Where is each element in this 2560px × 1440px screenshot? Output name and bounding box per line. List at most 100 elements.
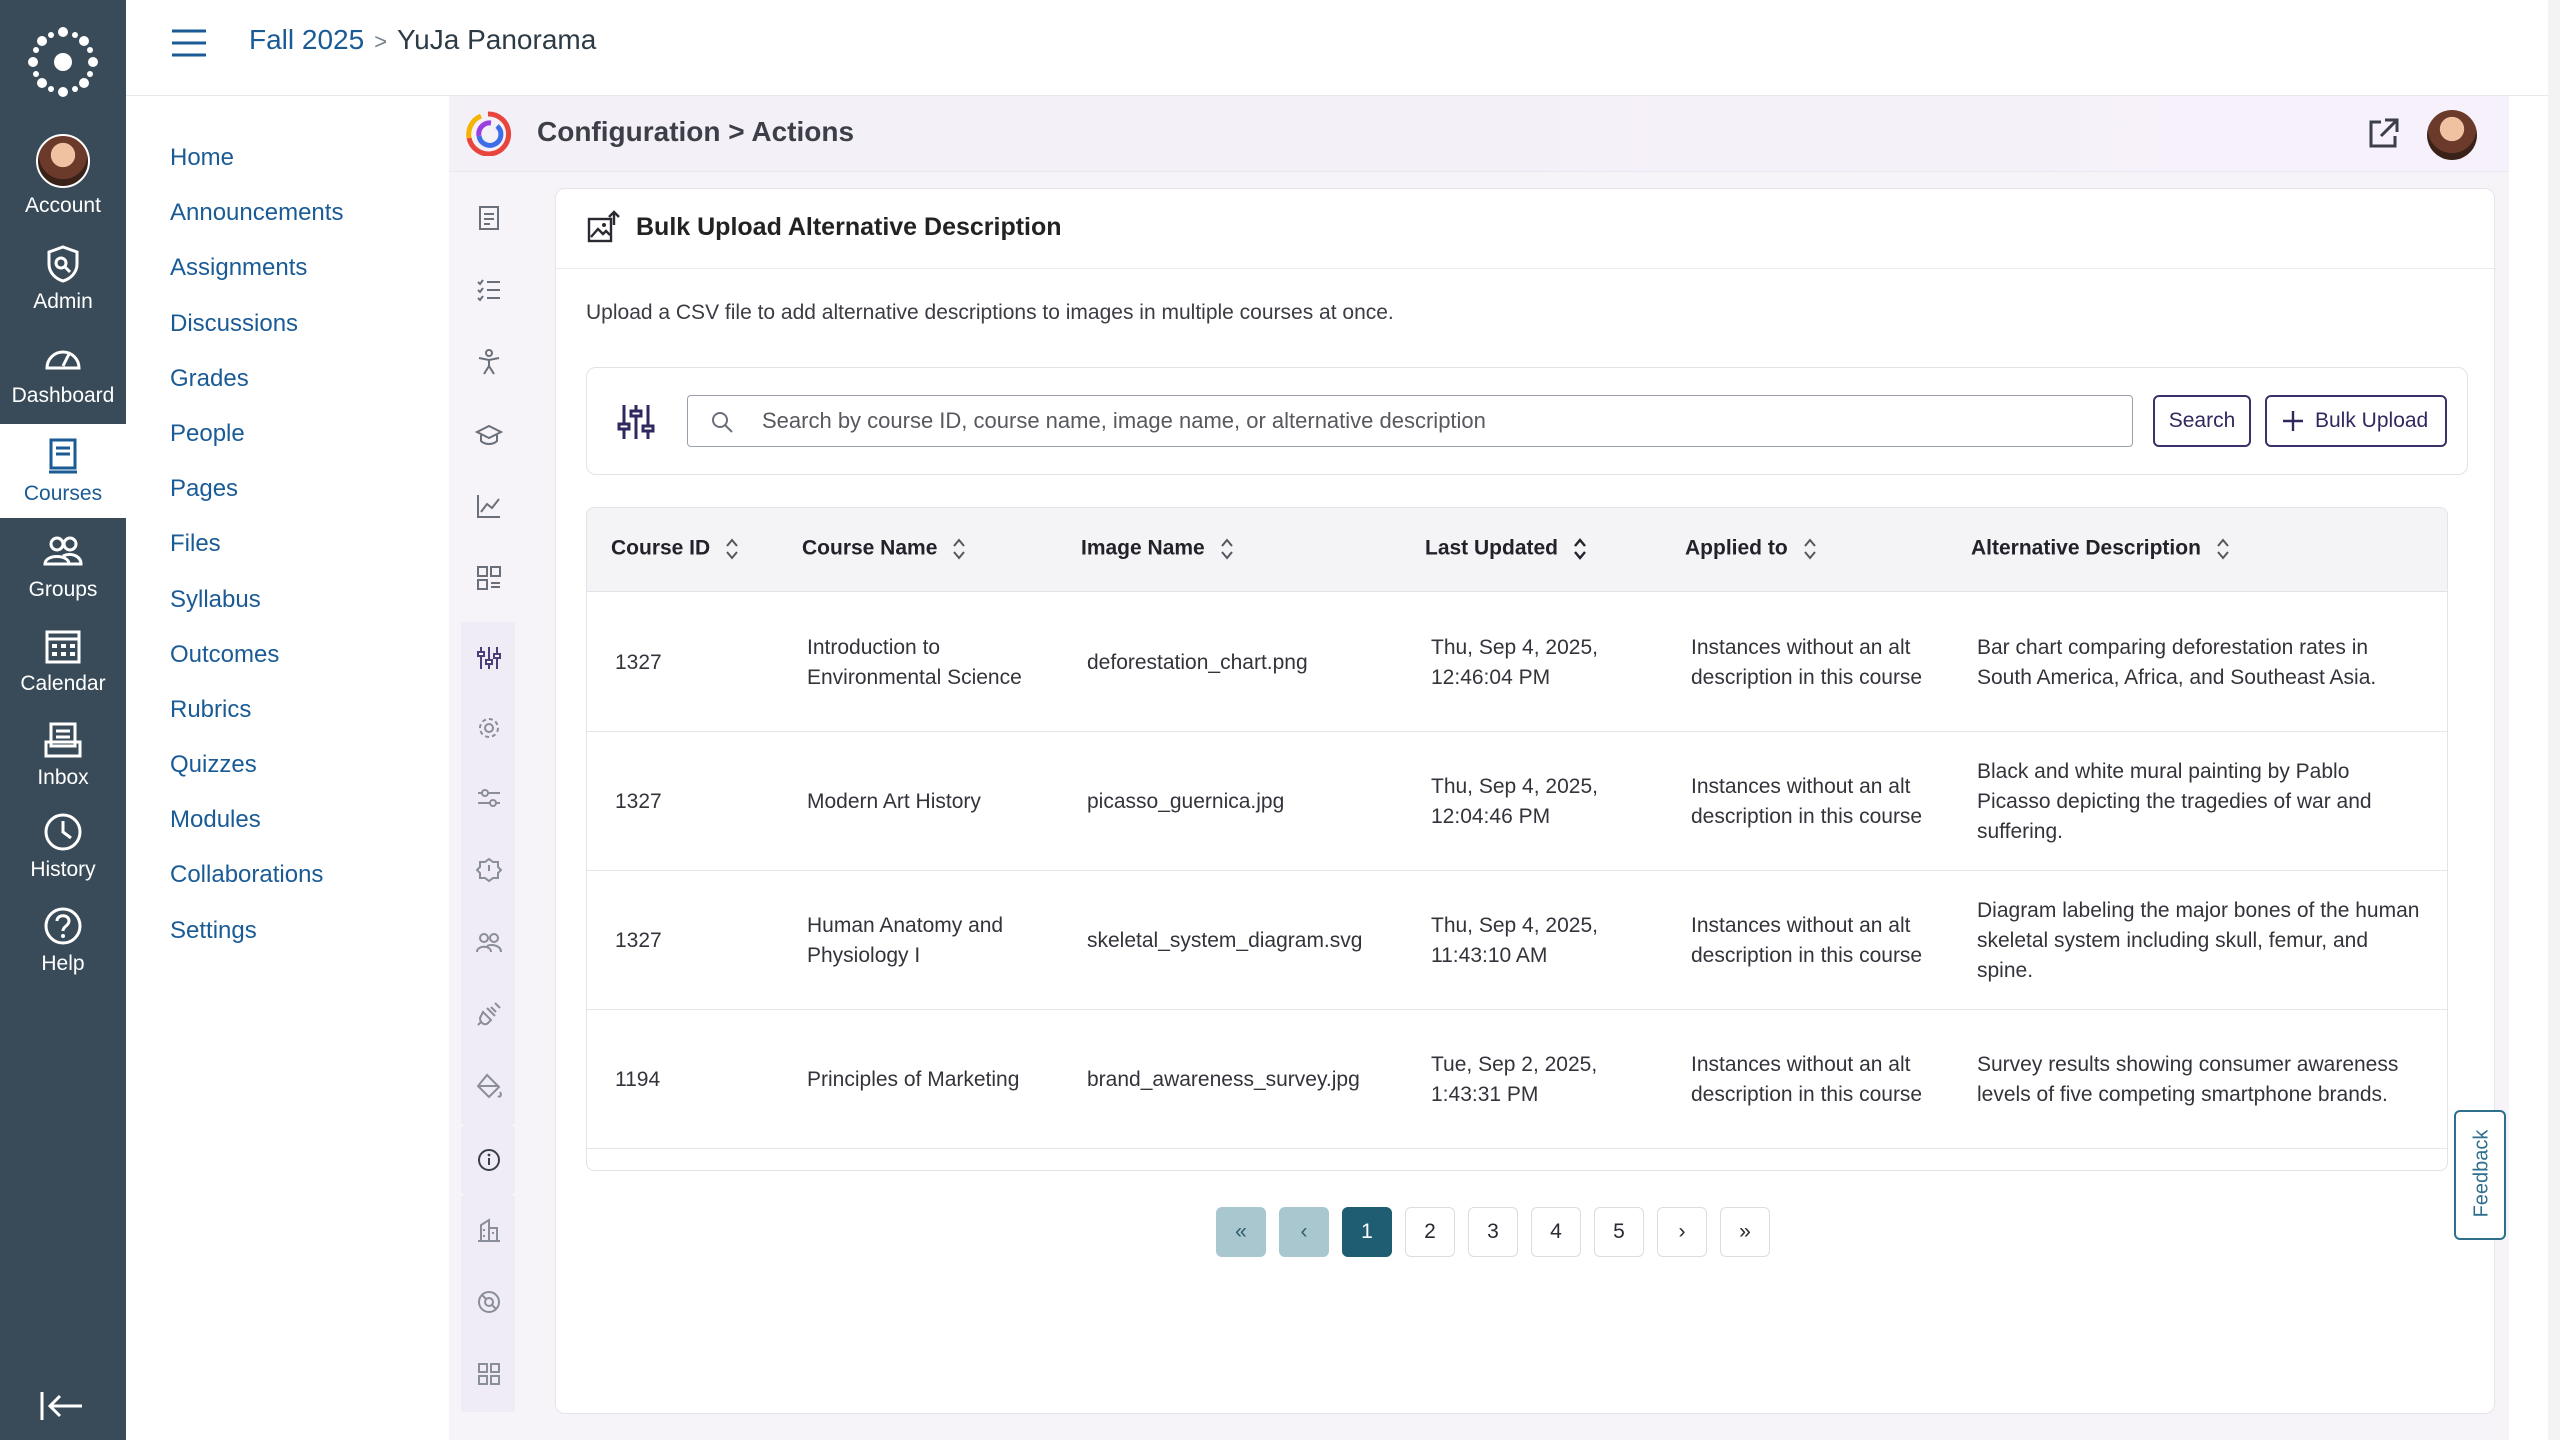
canvas-logo-icon[interactable] (27, 26, 99, 98)
course-nav-modules[interactable]: Modules (170, 804, 343, 859)
line-chart-icon (477, 495, 500, 518)
page-button-5[interactable]: 5 (1594, 1207, 1644, 1257)
page-scrollbar[interactable] (2548, 0, 2560, 1440)
nav-history[interactable]: History (0, 810, 126, 904)
course-nav-rubrics[interactable]: Rubrics (170, 694, 343, 749)
breadcrumb-course-link[interactable]: Fall 2025 (249, 24, 364, 55)
info-circle-icon (478, 1149, 500, 1171)
image-upload-icon (587, 210, 620, 243)
rail-accessibility[interactable] (461, 334, 515, 390)
last-page-button[interactable]: » (1720, 1207, 1770, 1257)
nav-calendar[interactable]: Calendar (0, 624, 126, 718)
rail-learning[interactable] (461, 406, 515, 462)
column-header-course-name[interactable]: Course Name (802, 536, 967, 562)
users-icon (476, 933, 502, 953)
next-page-button[interactable]: › (1657, 1207, 1707, 1257)
user-avatar[interactable] (2427, 110, 2477, 160)
breadcrumb-separator: > (374, 29, 388, 54)
prev-page-button[interactable]: ‹ (1279, 1207, 1329, 1257)
groups-icon (43, 536, 83, 566)
rail-integrations[interactable] (461, 980, 515, 1052)
filter-sliders-icon[interactable] (617, 402, 655, 442)
nav-account[interactable]: Account (0, 134, 126, 228)
rail-support[interactable] (461, 1268, 515, 1340)
nav-inbox[interactable]: Inbox (0, 718, 126, 812)
rail-actions[interactable] (461, 1124, 515, 1196)
rail-analytics[interactable] (461, 478, 515, 534)
rail-institution[interactable] (461, 1196, 515, 1268)
rail-users[interactable] (461, 908, 515, 980)
cell-course-id: 1327 (615, 650, 662, 674)
course-nav-people[interactable]: People (170, 418, 343, 473)
course-nav-announcements[interactable]: Announcements (170, 197, 343, 252)
search-input[interactable] (762, 398, 2122, 444)
page-button-1[interactable]: 1 (1342, 1207, 1392, 1257)
search-icon (712, 412, 733, 433)
graduation-icon (475, 424, 503, 445)
rail-media[interactable] (461, 550, 515, 606)
inbox-icon (44, 722, 82, 758)
rail-configuration[interactable] (461, 622, 515, 694)
course-nav-collaborations[interactable]: Collaborations (170, 859, 343, 914)
sort-icon (953, 538, 966, 560)
rail-adjust[interactable] (461, 764, 515, 836)
course-nav-settings[interactable]: Settings (170, 915, 343, 970)
course-nav-assignments[interactable]: Assignments (170, 252, 343, 307)
nav-label: Inbox (37, 766, 89, 789)
feedback-button[interactable]: Feedback (2454, 1110, 2506, 1240)
rail-themes[interactable] (461, 1052, 515, 1124)
open-external-icon[interactable] (2365, 116, 2401, 152)
document-icon (479, 206, 499, 230)
course-nav-pages[interactable]: Pages (170, 473, 343, 528)
hamburger-menu-icon[interactable] (170, 28, 208, 58)
sliders-icon (477, 647, 501, 669)
nav-label: History (30, 858, 96, 881)
table-row[interactable]: 1327 Human Anatomy and Physiology I skel… (587, 871, 2447, 1010)
table-row[interactable]: 1327 Modern Art History picasso_guernica… (587, 732, 2447, 871)
plus-icon (2283, 411, 2303, 431)
bulk-upload-button[interactable]: Bulk Upload (2265, 395, 2447, 447)
course-nav-home[interactable]: Home (170, 142, 343, 197)
breadcrumb: Fall 2025 > YuJa Panorama (249, 24, 596, 56)
nav-admin[interactable]: Admin (0, 242, 126, 336)
course-nav-quizzes[interactable]: Quizzes (170, 749, 343, 804)
course-nav-syllabus[interactable]: Syllabus (170, 584, 343, 639)
column-header-course-id[interactable]: Course ID (611, 536, 740, 562)
nav-label: Account (25, 194, 101, 217)
paint-bucket-icon (476, 1073, 502, 1099)
course-nav-outcomes[interactable]: Outcomes (170, 639, 343, 694)
nav-help[interactable]: Help (0, 904, 126, 998)
page-button-2[interactable]: 2 (1405, 1207, 1455, 1257)
checklist-icon (477, 279, 500, 302)
course-nav-grades[interactable]: Grades (170, 363, 343, 418)
column-header-image-name[interactable]: Image Name (1081, 536, 1235, 562)
search-button[interactable]: Search (2153, 395, 2251, 447)
sort-icon (2217, 538, 2229, 560)
page-button-4[interactable]: 4 (1531, 1207, 1581, 1257)
media-grid-icon (477, 566, 501, 590)
rail-reports[interactable] (461, 190, 515, 246)
page-button-3[interactable]: 3 (1468, 1207, 1518, 1257)
breadcrumb-current: YuJa Panorama (397, 24, 597, 55)
nav-courses[interactable]: Courses (0, 424, 126, 518)
nav-groups[interactable]: Groups (0, 530, 126, 624)
cell-alt-description: Black and white mural painting by Pablo … (1977, 759, 2372, 843)
rail-settings[interactable] (461, 694, 515, 764)
cell-alt-description: Diagram labeling the major bones of the … (1977, 898, 2420, 982)
tool-title: Configuration > Actions (537, 116, 855, 147)
course-nav-files[interactable]: Files (170, 528, 343, 583)
first-page-button[interactable]: « (1216, 1207, 1266, 1257)
column-header-applied-to[interactable]: Applied to (1685, 536, 1818, 562)
course-nav-discussions[interactable]: Discussions (170, 308, 343, 363)
rail-apps[interactable] (461, 1340, 515, 1412)
column-header-last-updated[interactable]: Last Updated (1425, 536, 1588, 562)
table-row[interactable]: 1327 Introduction to Environmental Scien… (587, 593, 2447, 732)
table-row[interactable]: 1194 Principles of Marketing brand_aware… (587, 1010, 2447, 1149)
rail-checklist[interactable] (461, 262, 515, 318)
search-field (687, 395, 2133, 447)
collapse-nav-icon[interactable] (38, 1388, 86, 1424)
column-header-alternative-description[interactable]: Alternative Description (1971, 536, 2231, 562)
support-icon (478, 1291, 500, 1313)
rail-badge[interactable] (461, 836, 515, 908)
nav-dashboard[interactable]: Dashboard (0, 336, 126, 430)
